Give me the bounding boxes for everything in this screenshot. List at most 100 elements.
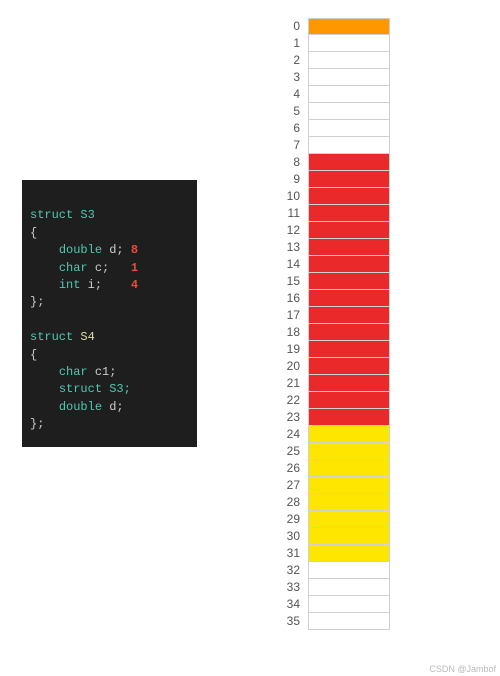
- memory-row-index: 9: [260, 171, 308, 188]
- memory-row: 27: [260, 477, 390, 494]
- memory-row-index: 22: [260, 392, 308, 409]
- memory-cell: [308, 392, 390, 409]
- memory-cell: [308, 579, 390, 596]
- memory-cell: [308, 613, 390, 630]
- kw-double: double: [59, 243, 102, 257]
- memory-cell: [308, 205, 390, 222]
- memory-row-index: 24: [260, 426, 308, 443]
- memory-row: 32: [260, 562, 390, 579]
- memory-row-index: 11: [260, 205, 308, 222]
- memory-row-index: 32: [260, 562, 308, 579]
- memory-cell: [308, 341, 390, 358]
- memory-cell: [308, 358, 390, 375]
- memory-row: 26: [260, 460, 390, 477]
- memory-cell: [308, 69, 390, 86]
- memory-cell: [308, 171, 390, 188]
- memory-cell: [308, 52, 390, 69]
- memory-row: 20: [260, 358, 390, 375]
- memory-row-index: 8: [260, 154, 308, 171]
- brace-open-2: {: [30, 348, 37, 362]
- memory-row-index: 2: [260, 52, 308, 69]
- memory-row: 34: [260, 596, 390, 613]
- memory-row: 13: [260, 239, 390, 256]
- memory-row: 30: [260, 528, 390, 545]
- memory-cell: [308, 596, 390, 613]
- memory-cell: [308, 409, 390, 426]
- type-s3-inner: S3;: [109, 382, 131, 396]
- memory-row: 21: [260, 375, 390, 392]
- memory-row-index: 12: [260, 222, 308, 239]
- memory-row-index: 34: [260, 596, 308, 613]
- memory-cell: [308, 511, 390, 528]
- memory-row-index: 6: [260, 120, 308, 137]
- type-s4: S4: [80, 330, 94, 344]
- memory-cell: [308, 137, 390, 154]
- memory-row-index: 13: [260, 239, 308, 256]
- memory-row-index: 10: [260, 188, 308, 205]
- memory-cell: [308, 256, 390, 273]
- brace-open: {: [30, 226, 37, 240]
- memory-row: 3: [260, 69, 390, 86]
- memory-row-index: 16: [260, 290, 308, 307]
- memory-row-index: 18: [260, 324, 308, 341]
- memory-row: 31: [260, 545, 390, 562]
- memory-row: 2: [260, 52, 390, 69]
- memory-row: 14: [260, 256, 390, 273]
- memory-cell: [308, 103, 390, 120]
- memory-cell: [308, 477, 390, 494]
- memory-row-index: 29: [260, 511, 308, 528]
- memory-row: 4: [260, 86, 390, 103]
- memory-cell: [308, 460, 390, 477]
- memory-row-index: 1: [260, 35, 308, 52]
- memory-cell: [308, 239, 390, 256]
- memory-row: 24: [260, 426, 390, 443]
- kw-struct-2: struct: [30, 330, 73, 344]
- memory-row-index: 25: [260, 443, 308, 460]
- memory-row: 22: [260, 392, 390, 409]
- annot-8: 8: [131, 243, 138, 257]
- memory-row-index: 33: [260, 579, 308, 596]
- kw-struct: struct: [30, 208, 73, 222]
- annot-4: 4: [131, 278, 138, 292]
- memory-cell: [308, 545, 390, 562]
- watermark: CSDN @Jambof: [429, 664, 496, 674]
- memory-row: 7: [260, 137, 390, 154]
- var-d: d;: [109, 243, 123, 257]
- memory-cell: [308, 375, 390, 392]
- kw-char-2: char: [59, 365, 88, 379]
- memory-cell: [308, 273, 390, 290]
- brace-close-2: };: [30, 417, 44, 431]
- memory-row-index: 35: [260, 613, 308, 630]
- memory-cell: [308, 188, 390, 205]
- memory-cell: [308, 528, 390, 545]
- memory-row: 17: [260, 307, 390, 324]
- memory-cell: [308, 222, 390, 239]
- memory-row-index: 5: [260, 103, 308, 120]
- memory-cell: [308, 494, 390, 511]
- memory-row: 29: [260, 511, 390, 528]
- memory-row: 0: [260, 18, 390, 35]
- memory-cell: [308, 426, 390, 443]
- memory-row-index: 17: [260, 307, 308, 324]
- memory-row: 28: [260, 494, 390, 511]
- memory-row-index: 26: [260, 460, 308, 477]
- memory-row-index: 19: [260, 341, 308, 358]
- memory-row-index: 23: [260, 409, 308, 426]
- memory-row: 9: [260, 171, 390, 188]
- memory-cell: [308, 120, 390, 137]
- memory-row: 19: [260, 341, 390, 358]
- kw-double-2: double: [59, 400, 102, 414]
- memory-row-index: 7: [260, 137, 308, 154]
- memory-row: 16: [260, 290, 390, 307]
- memory-row-index: 3: [260, 69, 308, 86]
- code-block: struct S3 { double d; 8 char c; 1 int i;…: [22, 180, 197, 447]
- memory-row: 35: [260, 613, 390, 630]
- memory-cell: [308, 154, 390, 171]
- memory-row: 33: [260, 579, 390, 596]
- memory-row: 1: [260, 35, 390, 52]
- memory-cell: [308, 86, 390, 103]
- memory-row-index: 4: [260, 86, 308, 103]
- memory-row-index: 21: [260, 375, 308, 392]
- kw-int: int: [59, 278, 81, 292]
- kw-struct-inner: struct: [59, 382, 102, 396]
